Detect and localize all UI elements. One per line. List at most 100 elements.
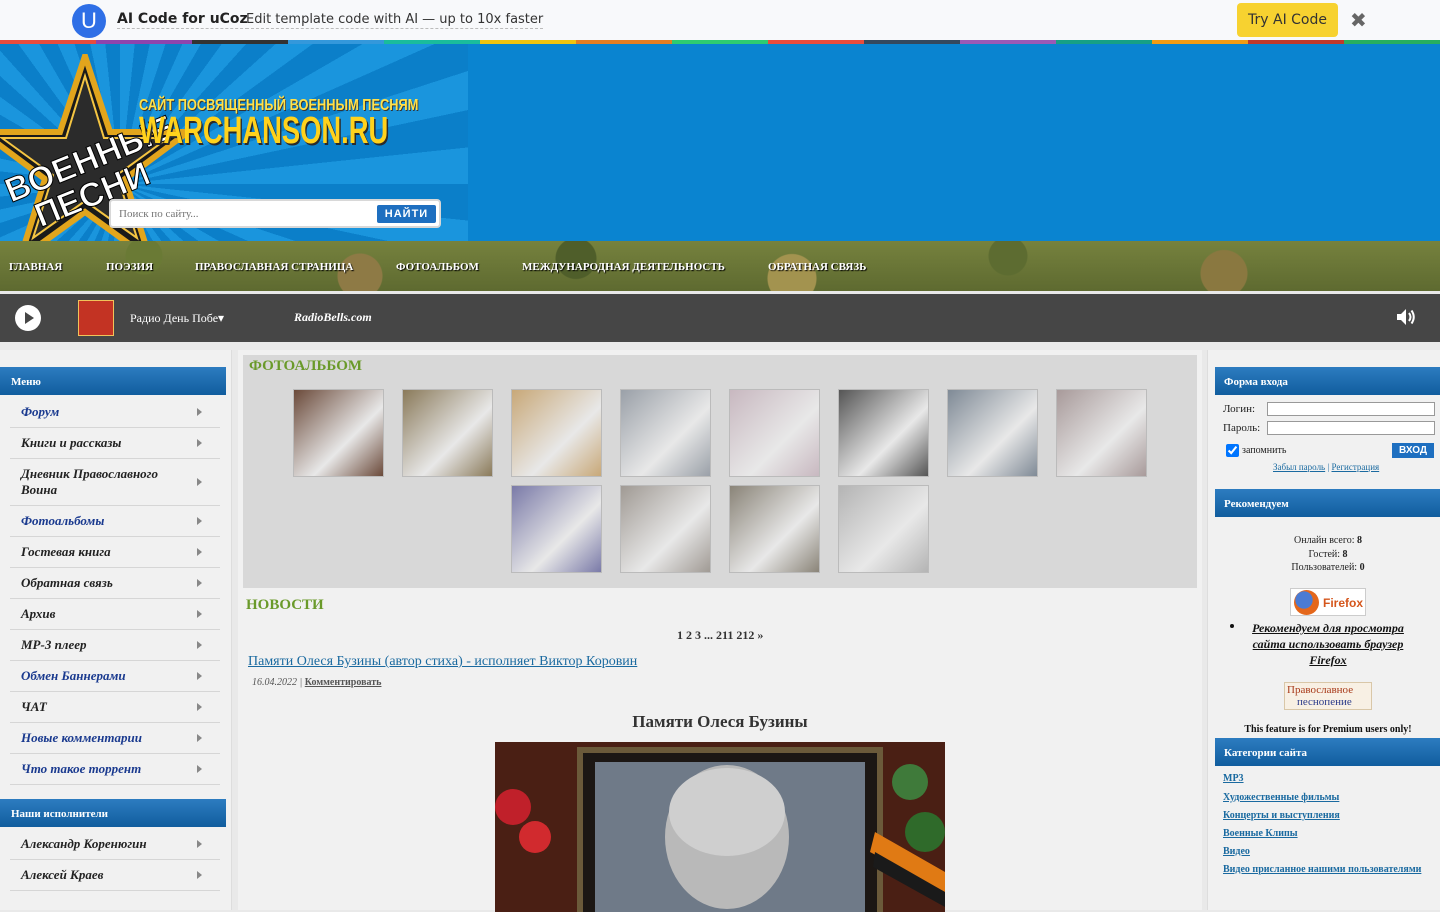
search-input[interactable] bbox=[117, 205, 367, 223]
play-icon[interactable] bbox=[15, 305, 41, 331]
menu-item-label: Обмен Баннерами bbox=[21, 668, 126, 683]
menu-item-label: ЧАТ bbox=[21, 699, 47, 714]
nav-orthodox[interactable]: ПРАВОСЛАВНАЯ СТРАНИЦА bbox=[195, 261, 353, 273]
performers-title: Наши исполнители bbox=[0, 799, 226, 827]
menu-item[interactable]: Гостевая книга bbox=[10, 537, 220, 568]
promo-bar: U AI Code for uCoz Edit template code wi… bbox=[0, 0, 1440, 44]
forgot-password-link[interactable]: Забыл пароль bbox=[1273, 462, 1325, 472]
menu-item[interactable]: Что такое торрент bbox=[10, 754, 220, 785]
promo-text[interactable]: Edit template code with AI — up to 10x f… bbox=[246, 12, 544, 29]
menu-item-label: Архив bbox=[21, 606, 56, 621]
photo-thumbnail[interactable] bbox=[620, 389, 711, 477]
search-button[interactable]: НАЙТИ bbox=[377, 205, 436, 223]
menu-item-label: Дневник Православного Воина bbox=[21, 466, 158, 497]
news-title: НОВОСТИ bbox=[246, 597, 324, 613]
left-sidebar: Меню Форум Книги и рассказы Дневник Правос… bbox=[0, 350, 232, 910]
performer-item[interactable]: Александр Коренюгин bbox=[10, 829, 220, 860]
category-link[interactable]: MP3 bbox=[1223, 772, 1423, 785]
menu-item-label: MP-3 плеер bbox=[21, 637, 87, 652]
link-separator: | bbox=[1327, 462, 1330, 472]
remember-label: запомнить bbox=[1242, 445, 1287, 456]
promo-title[interactable]: AI Code for uCoz bbox=[117, 11, 248, 29]
photo-thumbnail[interactable] bbox=[729, 485, 820, 573]
menu-item-label: Обратная связь bbox=[21, 575, 113, 590]
chevron-right-icon bbox=[197, 734, 202, 742]
chevron-right-icon bbox=[197, 517, 202, 525]
category-link[interactable]: Концерты и выступления bbox=[1223, 809, 1423, 822]
category-link[interactable]: Видео bbox=[1223, 845, 1423, 858]
chevron-right-icon bbox=[197, 610, 202, 618]
site-header: ВОЕННЫЕ ПЕСНИ САЙТ ПОСВЯЩЕННЫЙ ВОЕННЫМ П… bbox=[0, 44, 1440, 241]
menu-item[interactable]: Дневник Православного Воина bbox=[10, 459, 220, 506]
nav-photoalbum[interactable]: ФОТОАЛЬБОМ bbox=[396, 261, 479, 273]
menu-item[interactable]: MP-3 плеер bbox=[10, 630, 220, 661]
photo-thumbnail[interactable] bbox=[838, 485, 929, 573]
password-input[interactable] bbox=[1267, 421, 1435, 435]
photo-thumbnail[interactable] bbox=[293, 389, 384, 477]
login-input[interactable] bbox=[1267, 402, 1435, 416]
menu-item[interactable]: Обмен Баннерами bbox=[10, 661, 220, 692]
photo-thumbnail[interactable] bbox=[947, 389, 1038, 477]
nav-international[interactable]: МЕЖДУНАРОДНАЯ ДЕЯТЕЛЬНОСТЬ bbox=[522, 261, 725, 273]
comment-link[interactable]: Комментировать bbox=[305, 677, 382, 688]
close-icon[interactable]: ✖ bbox=[1350, 8, 1367, 32]
bullet-icon bbox=[1230, 624, 1234, 628]
menu-item[interactable]: Новые комментарии bbox=[10, 723, 220, 754]
online-value: 8 bbox=[1357, 535, 1362, 546]
category-link[interactable]: Видео присланное нашими пользователями bbox=[1223, 863, 1423, 876]
news-heading: Памяти Олеся Бузины bbox=[632, 712, 808, 731]
password-label: Пароль: bbox=[1223, 422, 1261, 434]
menu-item[interactable]: Архив bbox=[10, 599, 220, 630]
firefox-banner[interactable]: Firefox bbox=[1290, 588, 1366, 616]
news-item-link[interactable]: Памяти Олеся Бузины (автор стиха) - испо… bbox=[248, 654, 637, 670]
menu-item[interactable]: ЧАТ bbox=[10, 692, 220, 723]
firefox-icon bbox=[1294, 590, 1319, 615]
guests-label: Гостей: bbox=[1308, 548, 1341, 560]
menu-item[interactable]: Фотоальбомы bbox=[10, 506, 220, 537]
main-content: ФОТОАЛЬБОМ НОВОСТИ 1 2 3 ... 211 212 » П… bbox=[238, 350, 1202, 912]
nav-contact[interactable]: ОБРАТНАЯ СВЯЗЬ bbox=[768, 261, 866, 273]
nav-poetry[interactable]: ПОЭЗИЯ bbox=[106, 261, 153, 273]
orthodox-banner-line-1: Православное bbox=[1287, 684, 1354, 696]
menu-item[interactable]: Форум bbox=[10, 397, 220, 428]
firefox-recommend-link[interactable]: Рекомендуем для просмотра сайта использо… bbox=[1238, 620, 1418, 668]
photo-thumbnail[interactable] bbox=[402, 389, 493, 477]
nav-home[interactable]: ГЛАВНАЯ bbox=[9, 261, 62, 273]
site-name[interactable]: WARCHANSON.RU bbox=[139, 110, 388, 153]
menu-item-label: Гостевая книга bbox=[21, 544, 111, 559]
menu-item[interactable]: Книги и рассказы bbox=[10, 428, 220, 459]
photo-thumbnail[interactable] bbox=[729, 389, 820, 477]
performer-item[interactable]: Алексей Краев bbox=[10, 860, 220, 891]
chevron-right-icon bbox=[197, 408, 202, 416]
register-link[interactable]: Регистрация bbox=[1331, 462, 1379, 472]
try-ai-code-button[interactable]: Try AI Code bbox=[1237, 3, 1338, 37]
chevron-right-icon bbox=[197, 765, 202, 773]
photo-thumbnail[interactable] bbox=[838, 389, 929, 477]
news-image bbox=[495, 742, 945, 912]
photo-thumbnail[interactable] bbox=[620, 485, 711, 573]
menu-item[interactable]: Обратная связь bbox=[10, 568, 220, 599]
menu-item-label: Форум bbox=[21, 404, 60, 419]
chevron-right-icon bbox=[197, 579, 202, 587]
ucoz-logo: U bbox=[72, 4, 106, 38]
photo-thumbnail[interactable] bbox=[511, 485, 602, 573]
chevron-right-icon bbox=[197, 439, 202, 447]
photo-thumbnail[interactable] bbox=[1056, 389, 1147, 477]
news-meta: 16.04.2022 | Комментировать bbox=[252, 677, 381, 688]
login-button[interactable]: ВХОД bbox=[1392, 443, 1434, 458]
remember-checkbox[interactable] bbox=[1226, 444, 1239, 457]
right-sidebar: Форма входа Логин: Пароль: запомнить ВХО… bbox=[1207, 350, 1440, 910]
radio-brand-logo[interactable]: RadioBells.com bbox=[294, 310, 372, 325]
radio-player: Радио День Побе▾ RadioBells.com bbox=[0, 294, 1440, 342]
radio-station-select[interactable]: Радио День Побе▾ bbox=[130, 311, 224, 326]
photo-thumbnail[interactable] bbox=[511, 389, 602, 477]
news-photo bbox=[495, 742, 945, 912]
premium-notice: This feature is for Premium users only! bbox=[1244, 724, 1412, 735]
category-link[interactable]: Военные Клипы bbox=[1223, 827, 1423, 840]
volume-icon[interactable] bbox=[1395, 306, 1417, 328]
category-link[interactable]: Художественные фильмы bbox=[1223, 791, 1423, 804]
menu-item-label: Фотоальбомы bbox=[21, 513, 105, 528]
pagination[interactable]: 1 2 3 ... 211 212 » bbox=[677, 628, 763, 643]
orthodox-banner[interactable]: Православное песнопение bbox=[1284, 682, 1372, 710]
login-label: Логин: bbox=[1223, 403, 1256, 415]
